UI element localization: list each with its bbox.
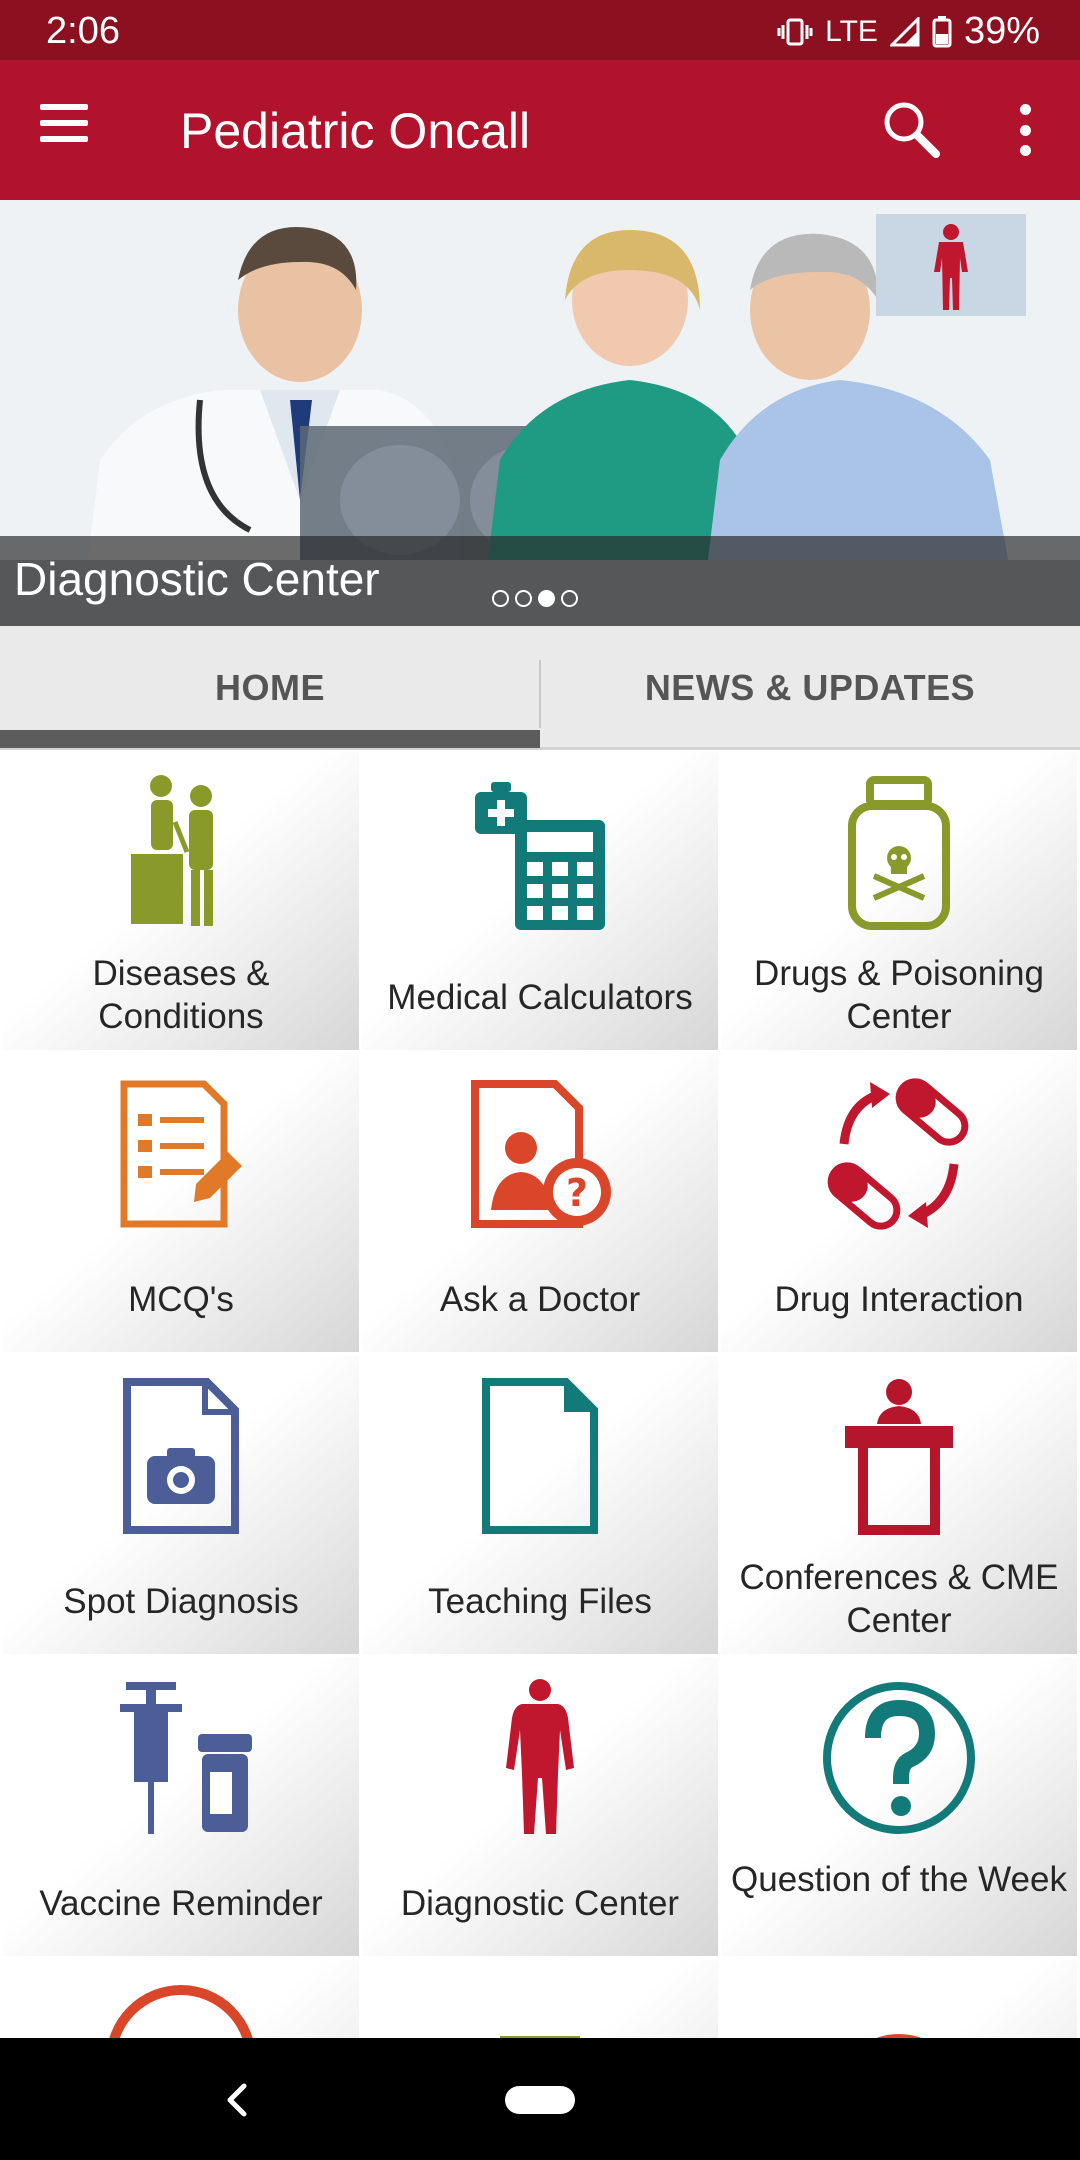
tile-spot-diagnosis[interactable]: Spot Diagnosis	[3, 1356, 359, 1654]
partial-icon	[3, 1980, 359, 2038]
question-circle-icon	[721, 1678, 1077, 1838]
document-icon	[362, 1376, 718, 1536]
tile-label: Spot Diagnosis	[63, 1582, 299, 1621]
tile-drugs-poisoning-center[interactable]: Drugs & Poisoning Center	[721, 752, 1077, 1050]
home-pill-icon[interactable]	[505, 2086, 575, 2114]
tile-teaching-files[interactable]: Teaching Files	[362, 1356, 718, 1654]
feature-grid: Diseases & Conditions Medical Calculator…	[0, 752, 1080, 2038]
poison-bottle-icon	[721, 772, 1077, 932]
svg-text:?: ?	[566, 1171, 588, 1215]
vibrate-icon	[777, 17, 813, 47]
tile-partial[interactable]	[362, 1960, 718, 2038]
tile-label: MCQ's	[128, 1280, 234, 1319]
tile-label: Medical Calculators	[387, 978, 693, 1017]
carousel-dot-active[interactable]	[538, 590, 555, 607]
syringe-vial-icon	[3, 1678, 359, 1838]
status-time: 2:06	[46, 10, 120, 52]
network-type: LTE	[825, 14, 878, 48]
tile-drug-interaction[interactable]: Drug Interaction	[721, 1054, 1077, 1352]
tile-medical-calculators[interactable]: Medical Calculators	[362, 752, 718, 1050]
status-icons: LTE 39%	[777, 10, 1040, 53]
hamburger-menu-icon[interactable]	[40, 104, 100, 156]
drug-interaction-icon	[721, 1074, 1077, 1234]
banner-caption-bar: Diagnostic Center	[0, 536, 1080, 626]
battery-icon	[932, 15, 952, 48]
carousel-dot[interactable]	[515, 590, 532, 607]
tile-label: Conferences & CME Center	[739, 1558, 1059, 1640]
app-title: Pediatric Oncall	[180, 103, 531, 159]
more-vert-icon[interactable]	[1010, 104, 1040, 156]
battery-percent: 39%	[963, 10, 1040, 52]
tab-news-updates[interactable]: NEWS & UPDATES	[540, 626, 1080, 750]
search-icon[interactable]	[880, 98, 942, 160]
banner-caption: Diagnostic Center	[14, 553, 380, 605]
tile-diagnostic-center[interactable]: Diagnostic Center	[362, 1658, 718, 1956]
tile-conferences-cme-center[interactable]: Conferences & CME Center	[721, 1356, 1077, 1654]
tile-label: Teaching Files	[428, 1582, 652, 1621]
tile-label: Question of the Week	[731, 1860, 1067, 1899]
tile-ask-a-doctor[interactable]: ? Ask a Doctor	[362, 1054, 718, 1352]
partial-icon	[362, 1980, 718, 2038]
carousel-indicator	[492, 590, 578, 607]
banner-carousel[interactable]: Diagnostic Center	[0, 200, 1080, 626]
app-bar: Pediatric Oncall	[0, 60, 1080, 200]
tile-label: Diseases & Conditions	[92, 954, 270, 1036]
tile-partial[interactable]	[3, 1960, 359, 2038]
tile-label: Drugs & Poisoning Center	[754, 954, 1044, 1036]
body-figure-thumbnail	[876, 214, 1026, 316]
tile-label: Ask a Doctor	[439, 1280, 641, 1319]
status-bar: 2:06 LTE 39%	[0, 0, 1080, 60]
camera-file-icon	[3, 1376, 359, 1536]
ask-doctor-icon: ?	[362, 1074, 718, 1234]
tab-indicator	[0, 730, 540, 748]
tile-label: Vaccine Reminder	[39, 1884, 323, 1923]
human-body-icon	[362, 1678, 718, 1838]
tile-mcqs[interactable]: MCQ's	[3, 1054, 359, 1352]
tile-question-of-the-week[interactable]: Question of the Week	[721, 1658, 1077, 1956]
tile-vaccine-reminder[interactable]: Vaccine Reminder	[3, 1658, 359, 1956]
calculator-icon	[362, 772, 718, 932]
tile-label: Diagnostic Center	[400, 1884, 680, 1923]
back-chevron-icon[interactable]	[222, 2080, 252, 2125]
tile-partial[interactable]	[721, 1960, 1077, 2038]
tile-diseases-conditions[interactable]: Diseases & Conditions	[3, 752, 359, 1050]
checklist-icon	[3, 1074, 359, 1234]
system-nav-bar	[0, 2038, 1080, 2160]
tile-label: Drug Interaction	[774, 1280, 1024, 1319]
partial-icon	[721, 1980, 1077, 2038]
carousel-dot[interactable]	[492, 590, 509, 607]
carousel-dot[interactable]	[561, 590, 578, 607]
podium-speaker-icon	[721, 1376, 1077, 1536]
doctor-patient-icon	[3, 772, 359, 932]
signal-icon	[889, 16, 920, 47]
